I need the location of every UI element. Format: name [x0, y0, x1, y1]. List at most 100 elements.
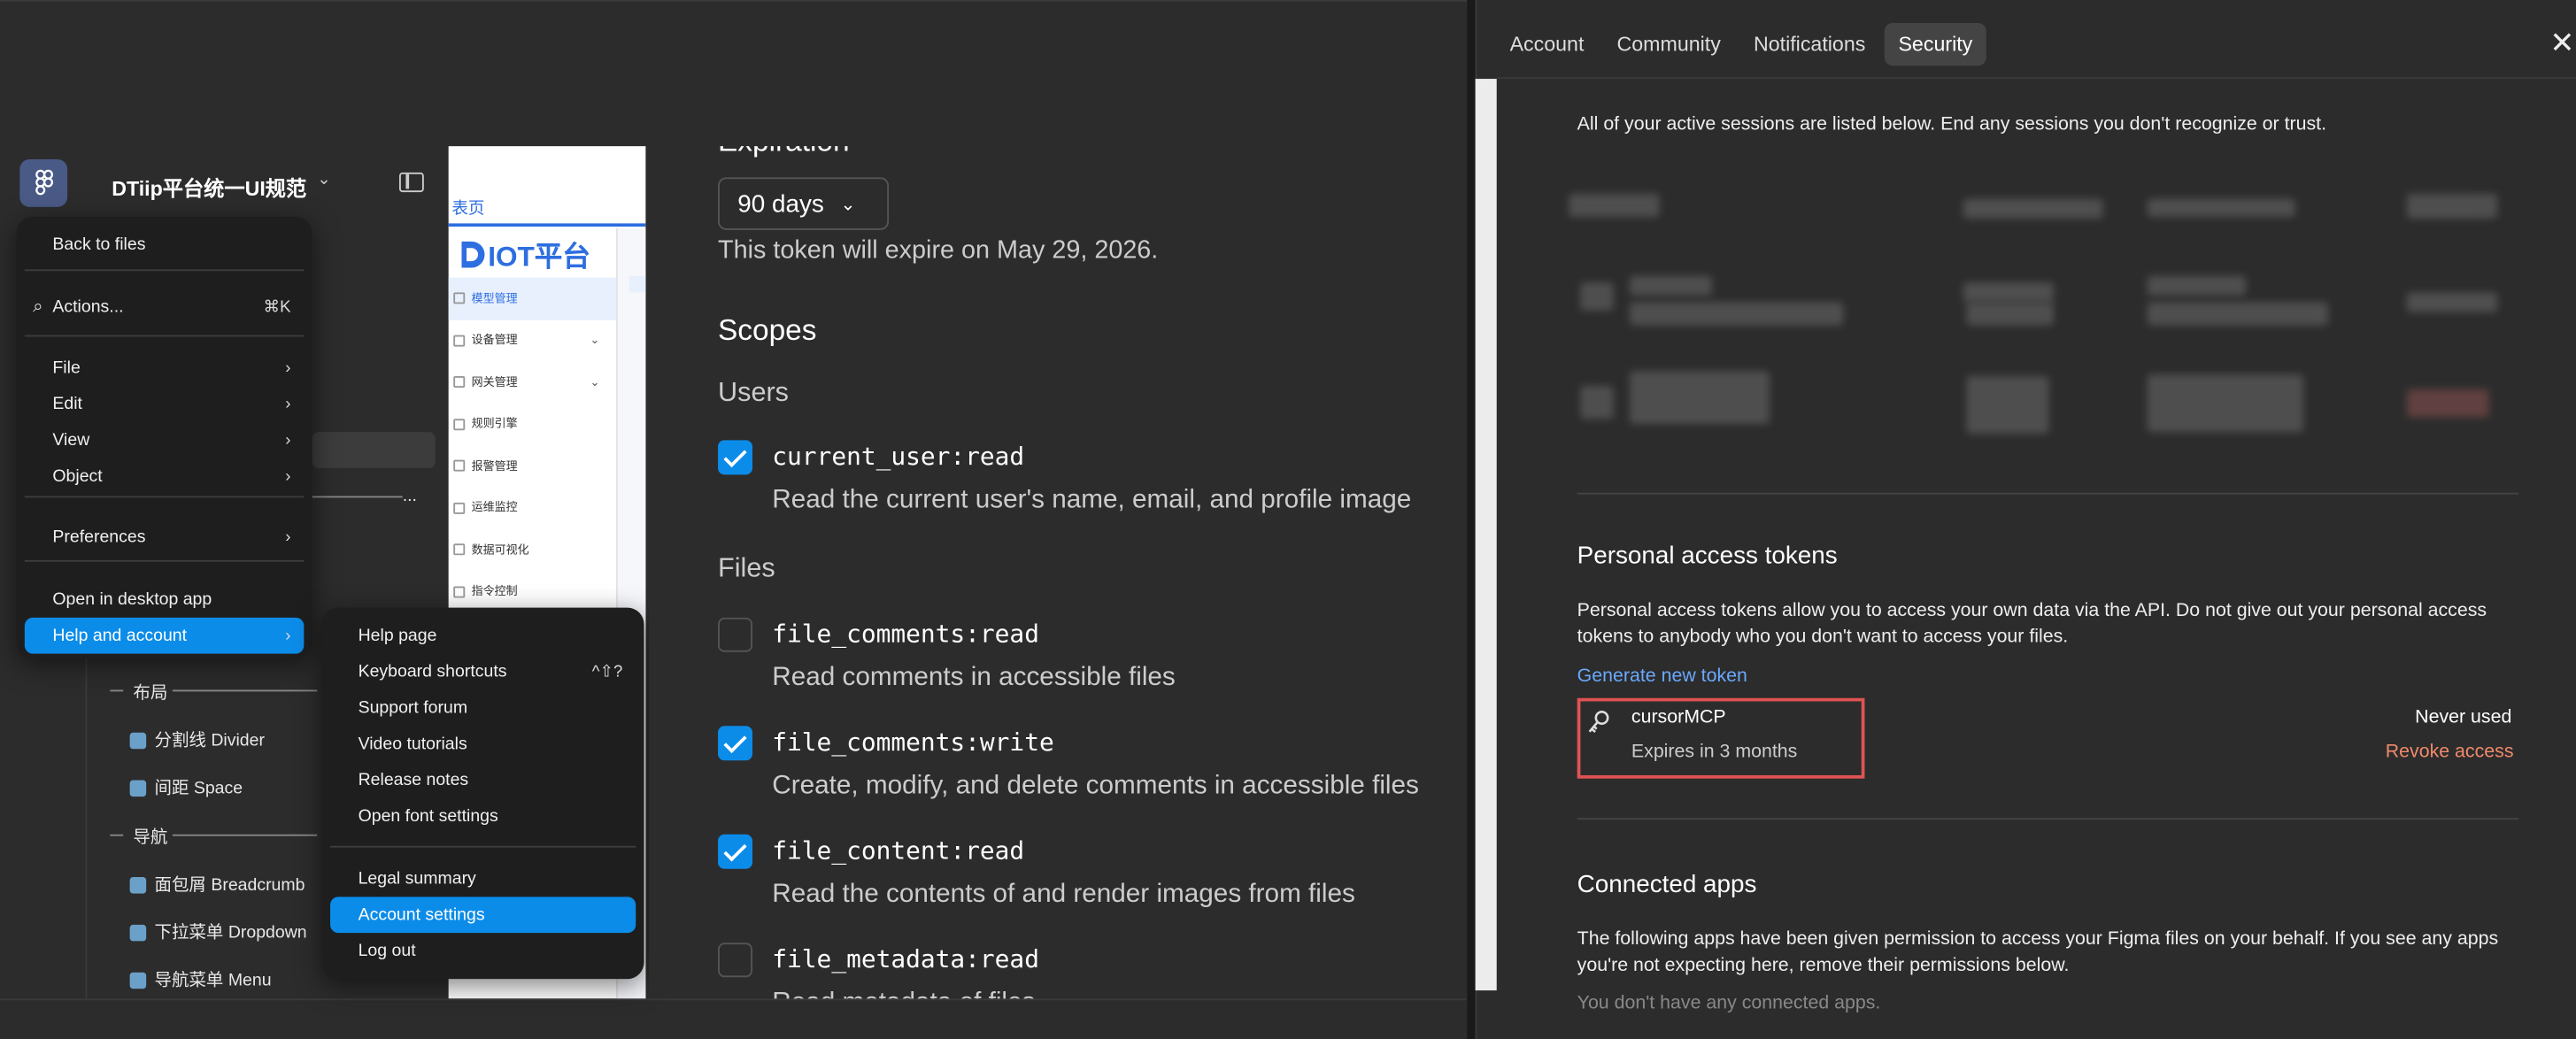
close-icon[interactable]: ✕: [2549, 27, 2574, 61]
menu-item-back-to-files[interactable]: Back to files: [25, 227, 305, 263]
scope-description: Read the current user's name, email, and…: [772, 486, 1412, 514]
redacted-session-field: [1569, 193, 1660, 217]
scope-name: file_comments:read: [772, 619, 1039, 650]
menu-item-support-forum[interactable]: Support forum: [330, 689, 636, 726]
menu-icon: [453, 586, 466, 598]
menu-separator: [24, 496, 305, 498]
menu-item-label: Keyboard shortcuts: [358, 661, 507, 682]
iot-logo-icon: [461, 240, 485, 267]
menu-item-help-page[interactable]: Help page: [330, 618, 636, 654]
component-icon: [129, 731, 147, 749]
menu-item-label: Back to files: [52, 235, 146, 255]
menu-item-log-out[interactable]: Log out: [330, 933, 636, 969]
menu-item-help-and-account[interactable]: Help and account ›: [24, 617, 305, 654]
iot-menu-label: 数据可视化: [471, 544, 529, 557]
menu-item-release-notes[interactable]: Release notes: [330, 762, 636, 798]
redacted-session-field: [1630, 275, 1712, 296]
expiration-note: This token will expire on May 29, 2026.: [718, 236, 1159, 265]
chevron-right-icon: ›: [285, 358, 291, 377]
scope-checkbox[interactable]: [718, 617, 753, 652]
scope-checkbox[interactable]: [718, 943, 753, 978]
revoke-access-link[interactable]: Revoke access: [2386, 743, 2514, 762]
file-title[interactable]: DTiip平台统一UI规范: [112, 171, 306, 202]
menu-item-actions[interactable]: Actions... ⌕ ⌘K: [25, 289, 305, 326]
menu-item-open-in-desktop-app[interactable]: Open in desktop app: [25, 581, 305, 618]
layer-breadcrumb[interactable]: 面包屑 Breadcrumb: [129, 872, 305, 897]
layer-divider[interactable]: 分割线 Divider: [129, 727, 265, 752]
expiration-label: Expiration: [718, 146, 850, 159]
toggle-sidebar-icon[interactable]: [398, 172, 424, 193]
menu-item-view[interactable]: View ›: [25, 422, 305, 458]
pat-description: Personal access tokens allow you to acce…: [1577, 601, 2487, 648]
iot-menu-label: 指令控制: [471, 587, 518, 599]
search-icon: ⌕: [33, 296, 43, 317]
layer-dropdown[interactable]: 下拉菜单 Dropdown: [129, 920, 307, 944]
layer-label: 下拉菜单 Dropdown: [154, 923, 307, 943]
selected-layer-row[interactable]: [312, 432, 436, 468]
layer-menu[interactable]: 导航菜单 Menu: [129, 967, 272, 992]
menu-item-account-settings[interactable]: Account settings: [330, 897, 636, 934]
frame-tab-underline: [448, 223, 646, 227]
expiration-select[interactable]: 90 days ⌄: [718, 177, 890, 230]
window-separator: [1467, 0, 1476, 1039]
menu-item-legal-summary[interactable]: Legal summary: [330, 860, 636, 897]
scope-name: current_user:read: [772, 442, 1025, 472]
menu-item-keyboard-shortcuts[interactable]: Keyboard shortcuts ^⇧?: [330, 654, 636, 690]
scopes-title: Scopes: [718, 313, 817, 347]
token-name: cursorMCP: [1631, 707, 1726, 728]
scope-description: Read comments in accessible files: [772, 663, 1176, 692]
menu-item-video-tutorials[interactable]: Video tutorials: [330, 726, 636, 762]
chevron-right-icon: ›: [285, 431, 291, 450]
iot-menu-label: 网关管理: [471, 377, 518, 389]
chevron-down-icon: ⌄: [590, 377, 600, 389]
chevron-down-icon: ⌄: [840, 194, 856, 215]
tab-community[interactable]: Community: [1604, 23, 1734, 65]
redacted-session-field: [1580, 386, 1614, 419]
redacted-session-field: [2406, 292, 2497, 312]
section-divider: [1577, 492, 2519, 495]
layer-section-layout[interactable]: 布局: [133, 680, 167, 704]
menu-separator: [24, 335, 305, 337]
iot-menu-label: 运维监控: [471, 503, 518, 515]
layer-label: 分割线 Divider: [154, 730, 265, 751]
figma-menu-button[interactable]: [19, 159, 68, 207]
main-menu: Back to files Actions... ⌕ ⌘K File › Edit › View…: [16, 216, 312, 659]
chevron-down-icon[interactable]: ⌄: [317, 171, 331, 189]
menu-item-preferences[interactable]: Preferences ›: [25, 519, 305, 555]
iot-menu-label: 模型管理: [471, 293, 518, 305]
scope-checkbox[interactable]: [718, 440, 753, 475]
scope-name: file_content:read: [772, 835, 1025, 866]
iot-menu-label: 规则引擎: [471, 419, 518, 431]
token-expires: Expires in 3 months: [1631, 742, 1798, 763]
menu-item-edit[interactable]: Edit ›: [25, 386, 305, 422]
redacted-session-field: [2406, 389, 2489, 418]
layer-section-nav[interactable]: 导航: [133, 825, 167, 850]
menu-icon: [453, 335, 466, 347]
scope-checkbox[interactable]: [718, 726, 753, 761]
iot-menu-item: 运维监控: [449, 487, 616, 528]
background-table-strip: [1475, 79, 1497, 991]
menu-item-open-font-settings[interactable]: Open font settings: [330, 798, 636, 835]
scope-checkbox[interactable]: [718, 834, 753, 869]
tab-notifications[interactable]: Notifications: [1740, 23, 1878, 65]
redacted-session-field: [2147, 198, 2295, 217]
menu-item-label: Open font settings: [358, 806, 498, 827]
component-icon: [129, 876, 147, 893]
iot-menu-item: 设备管理 ⌄: [449, 319, 616, 361]
layer-space[interactable]: 间距 Space: [129, 775, 243, 800]
tab-security[interactable]: Security: [1885, 22, 1986, 66]
iot-menu-item: 模型管理: [448, 277, 616, 319]
panel-divider: [85, 657, 88, 1039]
redacted-session-field: [2147, 374, 2303, 433]
menu-item-object[interactable]: Object ›: [25, 458, 305, 495]
layer-line: [312, 496, 403, 498]
layer-truncated: ...: [402, 486, 417, 506]
menu-item-label: Edit: [52, 394, 82, 414]
tab-account[interactable]: Account: [1497, 23, 1598, 65]
generate-token-link[interactable]: Generate new token: [1577, 666, 1747, 686]
iot-menu-item: 网关管理 ⌄: [449, 361, 616, 403]
menu-item-file[interactable]: File ›: [25, 350, 305, 386]
section-line: [172, 689, 318, 692]
scope-name: file_metadata:read: [772, 944, 1039, 974]
scope-group-files: Files: [718, 553, 775, 583]
